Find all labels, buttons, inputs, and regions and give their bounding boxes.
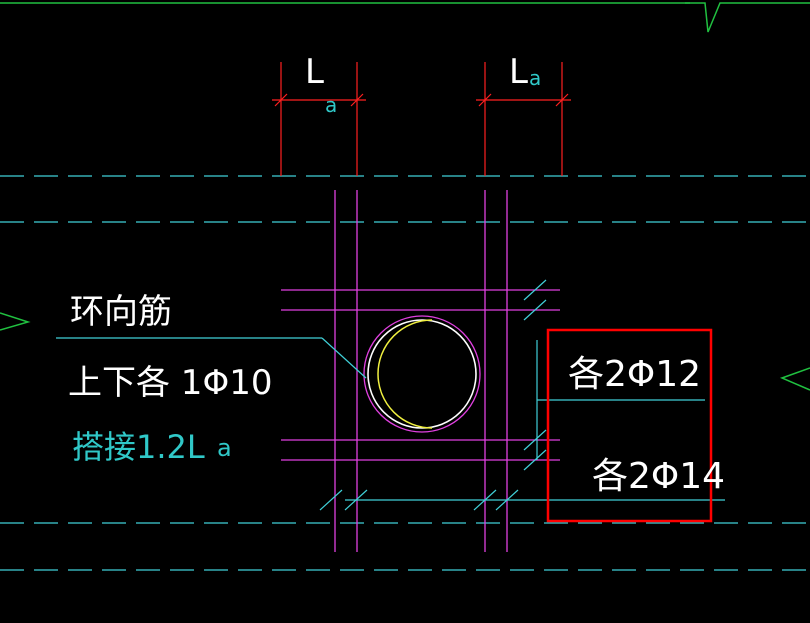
ring-rebar-circle	[363, 315, 481, 433]
la-right-main: L	[509, 52, 528, 92]
cad-drawing-canvas: L a L a 环向筋 上下各 1Φ10 搭接1.2L a 各2Φ12 各2Φ1…	[0, 0, 810, 623]
each-2phi12-label: 各2Φ12	[568, 354, 701, 395]
leader-ring-rebar-pointer	[321, 337, 367, 379]
lap-length-sub: a	[217, 434, 232, 462]
ring-rebar-label: 环向筋	[70, 292, 172, 332]
top-bottom-each-label: 上下各 1Φ10	[68, 363, 272, 403]
la-left-sub: a	[325, 93, 337, 117]
opening-circle	[367, 319, 477, 429]
rebar-grid	[281, 190, 560, 552]
each-2phi14-label: 各2Φ14	[592, 456, 725, 497]
ring-arc-yellow	[377, 319, 433, 429]
rebar-detail-drawing: L a L a 环向筋 上下各 1Φ10 搭接1.2L a 各2Φ12 各2Φ1…	[0, 2, 810, 571]
lap-length-label: 搭接1.2L	[72, 428, 205, 466]
left-break-symbol	[0, 312, 31, 331]
top-break-symbol	[685, 2, 810, 33]
la-left-main: L	[305, 52, 324, 92]
slash-ticks	[319, 279, 547, 511]
right-break-symbol	[779, 367, 810, 391]
la-right-sub: a	[529, 66, 541, 90]
